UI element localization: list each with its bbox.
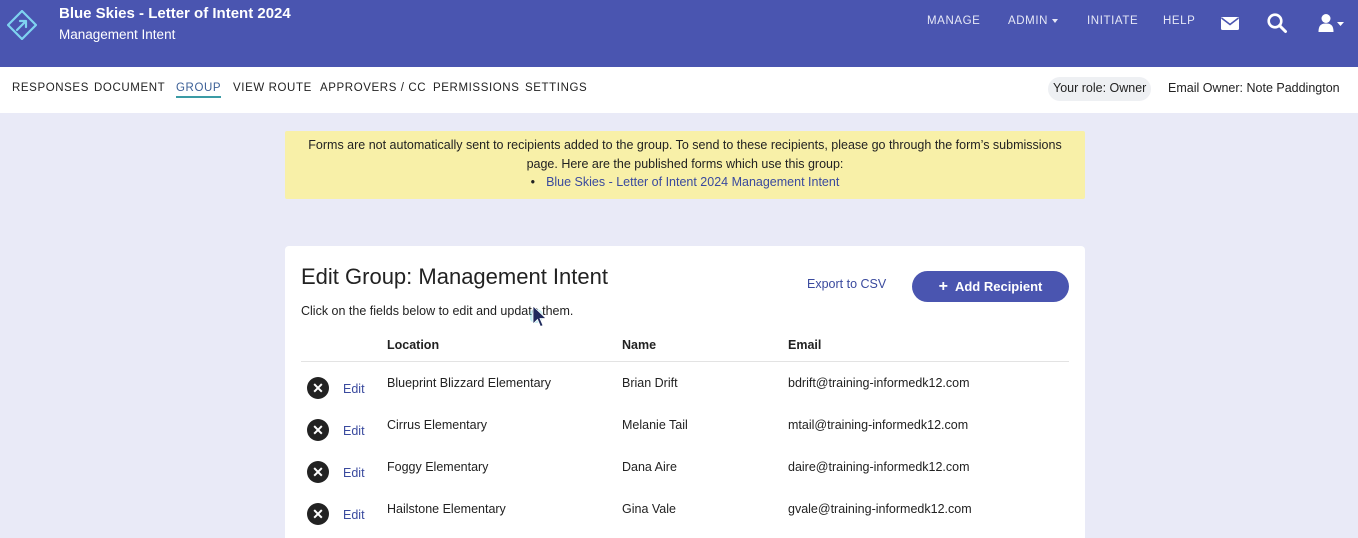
mouse-cursor-icon	[530, 305, 547, 328]
group-subtitle: Management Intent	[59, 27, 176, 42]
page-title: Edit Group: Management Intent	[301, 264, 608, 289]
tab-group[interactable]: GROUP	[176, 82, 222, 98]
location-cell[interactable]: Hailstone Elementary	[387, 502, 506, 516]
nav-admin-label: ADMIN	[1008, 15, 1049, 27]
tab-view-route[interactable]: VIEW ROUTE	[233, 82, 312, 94]
edit-link[interactable]: Edit	[343, 424, 365, 438]
column-header-email: Email	[788, 338, 822, 352]
published-form-link[interactable]: Blue Skies - Letter of Intent 2024 Manag…	[531, 175, 840, 189]
plus-icon: +	[938, 277, 948, 295]
header-divider	[301, 361, 1069, 362]
group-notice: Forms are not automatically sent to reci…	[285, 131, 1085, 199]
tab-document[interactable]: DOCUMENT	[94, 82, 165, 94]
remove-recipient-icon[interactable]: ✕	[307, 419, 329, 441]
form-tabs: RESPONSES DOCUMENT GROUP VIEW ROUTE APPR…	[0, 67, 1358, 113]
table-row: ✕ Edit Blueprint Blizzard Elementary Bri…	[285, 369, 1085, 411]
column-header-name: Name	[622, 338, 657, 352]
location-cell[interactable]: Cirrus Elementary	[387, 418, 487, 432]
tab-responses[interactable]: RESPONSES	[12, 82, 89, 94]
add-recipient-label: Add Recipient	[954, 279, 1043, 294]
notice-line-2: page. Here are the published forms which…	[526, 156, 844, 171]
table-row: ✕ Edit Cirrus Elementary Melanie Tail mt…	[285, 411, 1085, 453]
name-cell[interactable]: Melanie Tail	[622, 418, 688, 432]
export-csv-link[interactable]: Export to CSV	[807, 277, 886, 291]
tab-settings[interactable]: SETTINGS	[525, 82, 587, 94]
table-row: ✕ Edit Hailstone Elementary Gina Vale gv…	[285, 495, 1085, 537]
remove-recipient-icon[interactable]: ✕	[307, 377, 329, 399]
email-cell[interactable]: gvale@training-informedk12.com	[788, 502, 972, 516]
envelope-icon[interactable]	[1219, 12, 1241, 34]
edit-group-card: Edit Group: Management Intent Click on t…	[285, 246, 1085, 538]
app-logo-icon[interactable]	[7, 10, 37, 40]
remove-recipient-icon[interactable]: ✕	[307, 461, 329, 483]
column-header-location: Location	[387, 338, 440, 352]
name-cell[interactable]: Gina Vale	[622, 502, 676, 516]
edit-link[interactable]: Edit	[343, 508, 365, 522]
edit-link[interactable]: Edit	[343, 466, 365, 480]
email-cell[interactable]: bdrift@training-informedk12.com	[788, 376, 970, 390]
chevron-down-icon	[1052, 18, 1059, 23]
location-cell[interactable]: Blueprint Blizzard Elementary	[387, 376, 551, 390]
search-icon[interactable]	[1266, 12, 1288, 34]
nav-initiate[interactable]: INITIATE	[1087, 15, 1138, 27]
nav-admin[interactable]: ADMIN	[1008, 15, 1059, 27]
role-badge: Your role: Owner	[1048, 77, 1152, 101]
top-header: Blue Skies - Letter of Intent 2024 Manag…	[0, 0, 1358, 67]
nav-help[interactable]: HELP	[1163, 15, 1195, 27]
tab-approvers-cc[interactable]: APPROVERS / CC	[320, 82, 426, 94]
table-row: ✕ Edit Foggy Elementary Dana Aire daire@…	[285, 453, 1085, 495]
remove-recipient-icon[interactable]: ✕	[307, 503, 329, 525]
name-cell[interactable]: Dana Aire	[622, 460, 677, 474]
email-cell[interactable]: daire@training-informedk12.com	[788, 460, 970, 474]
user-menu-icon[interactable]	[1317, 12, 1345, 34]
email-owner-label: Email Owner: Note Paddington	[1168, 81, 1340, 95]
add-recipient-button[interactable]: + Add Recipient	[912, 271, 1069, 302]
notice-line-1: Forms are not automatically sent to reci…	[308, 138, 1062, 152]
form-title: Blue Skies - Letter of Intent 2024	[59, 5, 291, 22]
tab-permissions[interactable]: PERMISSIONS	[433, 82, 519, 94]
nav-manage[interactable]: MANAGE	[927, 15, 980, 27]
email-cell[interactable]: mtail@training-informedk12.com	[788, 418, 968, 432]
location-cell[interactable]: Foggy Elementary	[387, 460, 488, 474]
edit-link[interactable]: Edit	[343, 382, 365, 396]
name-cell[interactable]: Brian Drift	[622, 376, 678, 390]
